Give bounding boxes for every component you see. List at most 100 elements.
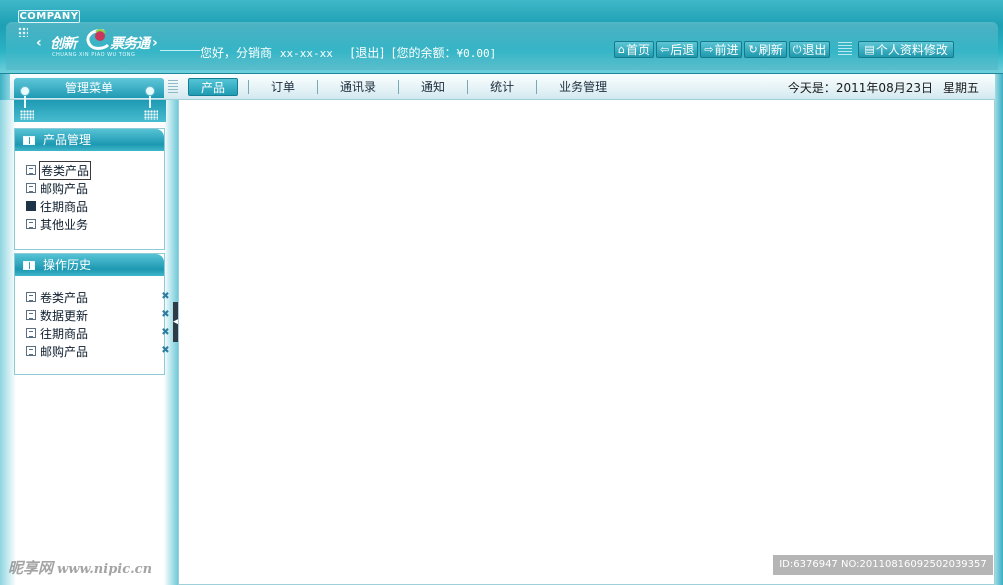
document-icon [26,292,36,302]
history-item[interactable]: 邮购产品 ✖ [26,342,170,360]
logo-pinyin: CHUANG XIN PIAO WU TONG [52,52,136,58]
current-date: 今天是：2011年08月23日 星期五 [788,79,979,96]
product-item-roll[interactable]: 卷类产品 [26,160,164,180]
document-icon [26,328,36,338]
forward-button[interactable]: ⇨ 前进 [700,40,743,58]
tab-divider [398,80,400,94]
history-item[interactable]: 往期商品 ✖ [26,324,170,342]
logo-swirl-icon [86,29,110,50]
document-icon [26,346,36,356]
product-panel-title: 产品管理 [43,133,92,147]
history-item-label: 往期商品 [40,326,89,341]
history-list: 卷类产品 ✖ 数据更新 ✖ 往期商品 ✖ 邮购产品 ✖ [15,276,170,360]
tab-contacts[interactable]: 通讯录 [328,78,388,96]
product-item-past[interactable]: 往期商品 [26,197,164,215]
balance-amount: ¥0.00] [456,47,497,60]
main-content [178,100,995,585]
weekday-text: 星期五 [942,81,979,95]
refresh-label: 刷新 [758,42,783,57]
forward-icon: ⇨ [704,42,714,56]
sidebar-frame-right [166,100,178,585]
watermark-site: 昵享网 www.nipic.cn [8,557,152,578]
history-panel-header: 操作历史 [15,254,164,276]
profile-edit-button[interactable]: ▤ 个人资料修改 [858,40,954,58]
tab-divider [317,80,319,94]
pin-right-icon [145,86,155,108]
product-panel-header: 产品管理 [15,129,164,151]
document-icon [26,310,36,320]
product-list: 卷类产品 邮购产品 往期商品 其他业务 [15,151,164,233]
delete-icon[interactable]: ✖ [161,310,170,320]
tab-statistics[interactable]: 统计 [478,78,526,96]
product-item-mail[interactable]: 邮购产品 [26,179,164,197]
tab-business[interactable]: 业务管理 [547,78,619,96]
logo-arrow-left-icon: ‹ [36,35,42,51]
home-icon: ⌂ [618,42,625,56]
delete-icon[interactable]: ✖ [161,328,170,338]
user-name: xx-xx-xx [279,47,333,60]
product-item-label: 其他业务 [40,217,89,232]
refresh-icon: ↻ [748,42,758,56]
exit-button[interactable]: ⏻ 退出 [788,40,831,58]
main-tabs: 产品 订单 通讯录 通知 统计 业务管理 [188,77,619,97]
power-icon: ⏻ [792,42,802,56]
grid-dots-right-icon [144,110,158,120]
home-label: 首页 [625,42,650,57]
panel-header-icon [23,261,35,270]
tab-products[interactable]: 产品 [188,78,239,96]
panel-header-icon [23,136,35,145]
dots-decoration [18,27,28,37]
logo-text-2: 票务通 [110,36,150,52]
logo-text-1: 创新 [50,36,77,52]
app-logo: ‹ 创新 票务通 › CHUANG XIN PIAO WU TONG [36,27,162,61]
logo-divider [160,50,200,51]
exit-label: 退出 [802,42,827,57]
company-badge: COMPANY [18,10,80,23]
document-icon [26,183,36,193]
tab-divider [248,80,250,94]
back-button[interactable]: ⇦ 后退 [656,40,699,58]
document-filled-icon [26,201,36,211]
history-item[interactable]: 数据更新 ✖ [26,306,170,324]
tab-notices[interactable]: 通知 [409,78,457,96]
refresh-button[interactable]: ↻ 刷新 [744,40,787,58]
balance-label: [您的余额： [391,46,457,60]
nav-grip-icon [168,80,178,94]
tab-divider [467,80,469,94]
welcome-text: 您好，分销商 [200,46,273,60]
product-item-label: 往期商品 [40,199,89,214]
home-button[interactable]: ⌂ 首页 [614,40,654,58]
top-header: COMPANY ‹ 创新 票务通 › CHUANG XIN PIAO WU TO… [0,0,1003,74]
tab-orders[interactable]: 订单 [259,78,307,96]
history-item-label: 邮购产品 [40,344,89,359]
document-icon [26,219,36,229]
history-item-label: 数据更新 [40,308,89,323]
watermark-id: ID:6376947 NO:20110816092502039357 [773,555,993,575]
menu-title: 管理菜单 [14,78,164,98]
logout-link[interactable]: [退出] [351,46,384,60]
date-text: 今天是：2011年08月23日 [787,81,933,95]
forward-label: 前进 [714,42,739,57]
watermark-site-name: 昵享网 [8,559,54,577]
product-item-label: 卷类产品 [38,160,92,180]
history-panel-title: 操作历史 [43,258,92,272]
logo-arrow-right-icon: › [152,35,158,51]
profile-edit-label: 个人资料修改 [875,42,948,57]
history-panel: 操作历史 卷类产品 ✖ 数据更新 ✖ 往期商品 ✖ 邮购产品 ✖ [14,253,170,375]
pin-left-icon [20,86,30,108]
history-item-label: 卷类产品 [40,290,89,305]
welcome-bar: 您好，分销商 xx-xx-xx [退出] [您的余额：¥0.00] [200,44,496,61]
delete-icon[interactable]: ✖ [161,346,170,356]
toolbar-grip-icon [838,42,853,56]
product-panel: 产品管理 卷类产品 邮购产品 往期商品 其他业务 [14,128,165,250]
product-item-other[interactable]: 其他业务 [26,215,164,233]
back-label: 后退 [670,42,695,57]
delete-icon[interactable]: ✖ [161,292,170,302]
header-toolbar: ⌂ 首页 ⇦ 后退 ⇨ 前进 ↻ 刷新 ⏻ 退出 ▤ 个人资料修改 [614,40,956,58]
watermark-url: www.nipic.cn [57,562,153,577]
grid-dots-left-icon [20,110,34,120]
document-icon [26,165,36,175]
history-item[interactable]: 卷类产品 ✖ [26,288,170,306]
back-icon: ⇦ [660,42,670,56]
product-item-label: 邮购产品 [40,181,89,196]
